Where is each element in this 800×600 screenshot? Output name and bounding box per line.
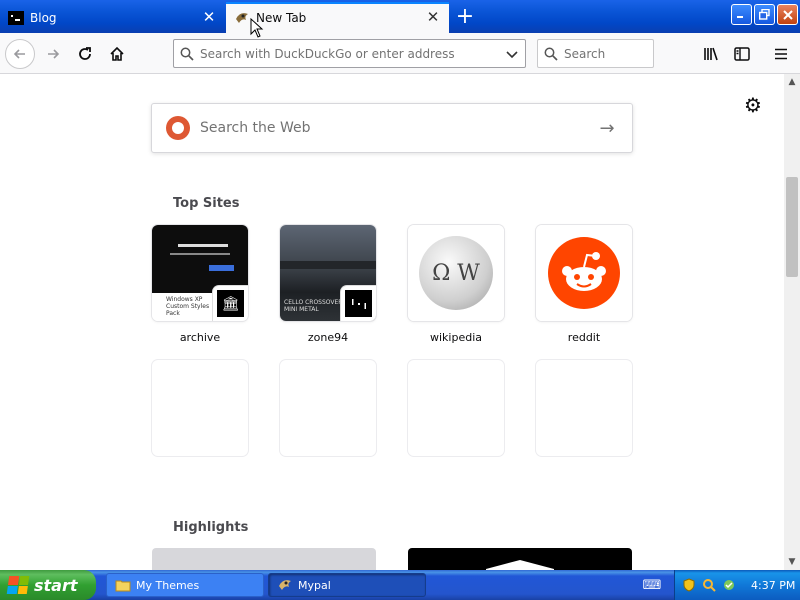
folder-icon — [115, 580, 131, 592]
top-sites-heading[interactable]: Top Sites — [173, 196, 240, 211]
pong-icon — [341, 286, 376, 321]
close-tab-icon[interactable]: ✕ — [425, 10, 441, 26]
mypal-icon — [234, 10, 250, 26]
url-input[interactable] — [200, 46, 505, 61]
site-thumbnail: Ω W — [408, 225, 504, 321]
window-controls — [731, 4, 798, 25]
thumbnail-caption: CELLO CROSSOVER MINI METAL — [284, 299, 343, 313]
start-label: start — [34, 575, 78, 595]
start-button[interactable]: start — [0, 570, 96, 600]
empty-top-site-slot[interactable] — [152, 360, 248, 456]
empty-top-site-slot[interactable] — [280, 360, 376, 456]
close-window-button[interactable] — [777, 4, 798, 25]
duckduckgo-logo-icon — [166, 116, 190, 140]
shield-icon[interactable] — [681, 577, 697, 593]
top-site-label: wikipedia — [429, 331, 482, 344]
reddit-alien-icon — [548, 237, 620, 309]
tab-title: Blog — [30, 10, 57, 25]
scrollbar-thumb[interactable] — [786, 177, 798, 277]
highlight-card[interactable] — [408, 548, 632, 570]
vertical-scrollbar[interactable]: ▲ ▼ — [784, 74, 800, 570]
top-site-archive[interactable]: Windows XP Custom Styles Pack 🏛 — [152, 225, 248, 321]
mouse-cursor-icon — [250, 18, 264, 38]
web-search-input[interactable] — [200, 120, 596, 136]
new-tab-page: ⚙ → Top Sites Windows XP Custom Styles P… — [0, 74, 784, 570]
back-button[interactable] — [5, 39, 35, 69]
taskbar: start My Themes Mypal ⌨ 4:37 PM — [0, 570, 800, 600]
tab-title: New Tab — [256, 10, 307, 25]
taskbar-item-mypal[interactable]: Mypal — [268, 573, 426, 597]
empty-top-site-slot[interactable] — [536, 360, 632, 456]
top-site-label: archive — [179, 331, 221, 344]
minimize-button[interactable] — [731, 4, 752, 25]
archive-icon: 🏛 — [213, 286, 248, 321]
top-site-label: reddit — [567, 331, 601, 344]
site-thumbnail — [536, 225, 632, 321]
wikipedia-globe-icon: Ω W — [419, 236, 493, 310]
taskbar-item-my-themes[interactable]: My Themes — [106, 573, 264, 597]
address-bar[interactable] — [173, 39, 526, 68]
top-site-label: zone94 — [307, 331, 349, 344]
tab-blog[interactable]: Blog ✕ — [0, 2, 225, 33]
top-site-reddit[interactable] — [536, 225, 632, 321]
scroll-down-icon[interactable]: ▼ — [784, 554, 800, 570]
top-site-zone94[interactable]: CELLO CROSSOVER MINI METAL — [280, 225, 376, 321]
tab-strip: Blog ✕ New Tab ✕ + — [0, 0, 800, 33]
home-button[interactable] — [104, 41, 130, 67]
search-icon — [544, 47, 558, 61]
close-tab-icon[interactable]: ✕ — [201, 10, 217, 26]
terminal-icon — [8, 10, 24, 26]
magnifier-icon[interactable] — [701, 577, 717, 593]
highlights-heading[interactable]: Highlights — [173, 520, 248, 535]
restore-button[interactable] — [754, 4, 775, 25]
chevron-down-icon[interactable] — [505, 47, 519, 61]
windows-flag-icon — [6, 576, 30, 594]
search-icon — [180, 47, 194, 61]
thumbnail-caption: Windows XP Custom Styles Pack — [166, 296, 210, 317]
top-site-wikipedia[interactable]: Ω W — [408, 225, 504, 321]
reload-button[interactable] — [72, 41, 98, 67]
library-icon[interactable] — [698, 41, 724, 67]
taskbar-item-label: My Themes — [136, 578, 200, 592]
search-bar[interactable] — [537, 39, 714, 68]
taskbar-item-label: Mypal — [298, 578, 331, 592]
gear-icon[interactable]: ⚙ — [742, 93, 764, 117]
keyboard-icon[interactable]: ⌨ — [643, 577, 662, 593]
sidebar-toggle-icon[interactable] — [729, 41, 755, 67]
web-search-box[interactable]: → — [151, 103, 633, 153]
system-tray: 4:37 PM — [674, 570, 800, 600]
clock[interactable]: 4:37 PM — [751, 579, 795, 592]
new-tab-button[interactable]: + — [452, 5, 478, 29]
mypal-icon — [279, 580, 291, 590]
search-input[interactable] — [564, 46, 714, 61]
empty-top-site-slot[interactable] — [408, 360, 504, 456]
arrow-right-icon[interactable]: → — [596, 117, 618, 139]
highlight-card[interactable] — [152, 548, 376, 570]
scroll-up-icon[interactable]: ▲ — [784, 74, 800, 90]
hamburger-menu-icon[interactable] — [768, 41, 794, 67]
navigation-toolbar — [0, 33, 800, 74]
network-icon[interactable] — [721, 577, 737, 593]
forward-button[interactable] — [40, 41, 66, 67]
